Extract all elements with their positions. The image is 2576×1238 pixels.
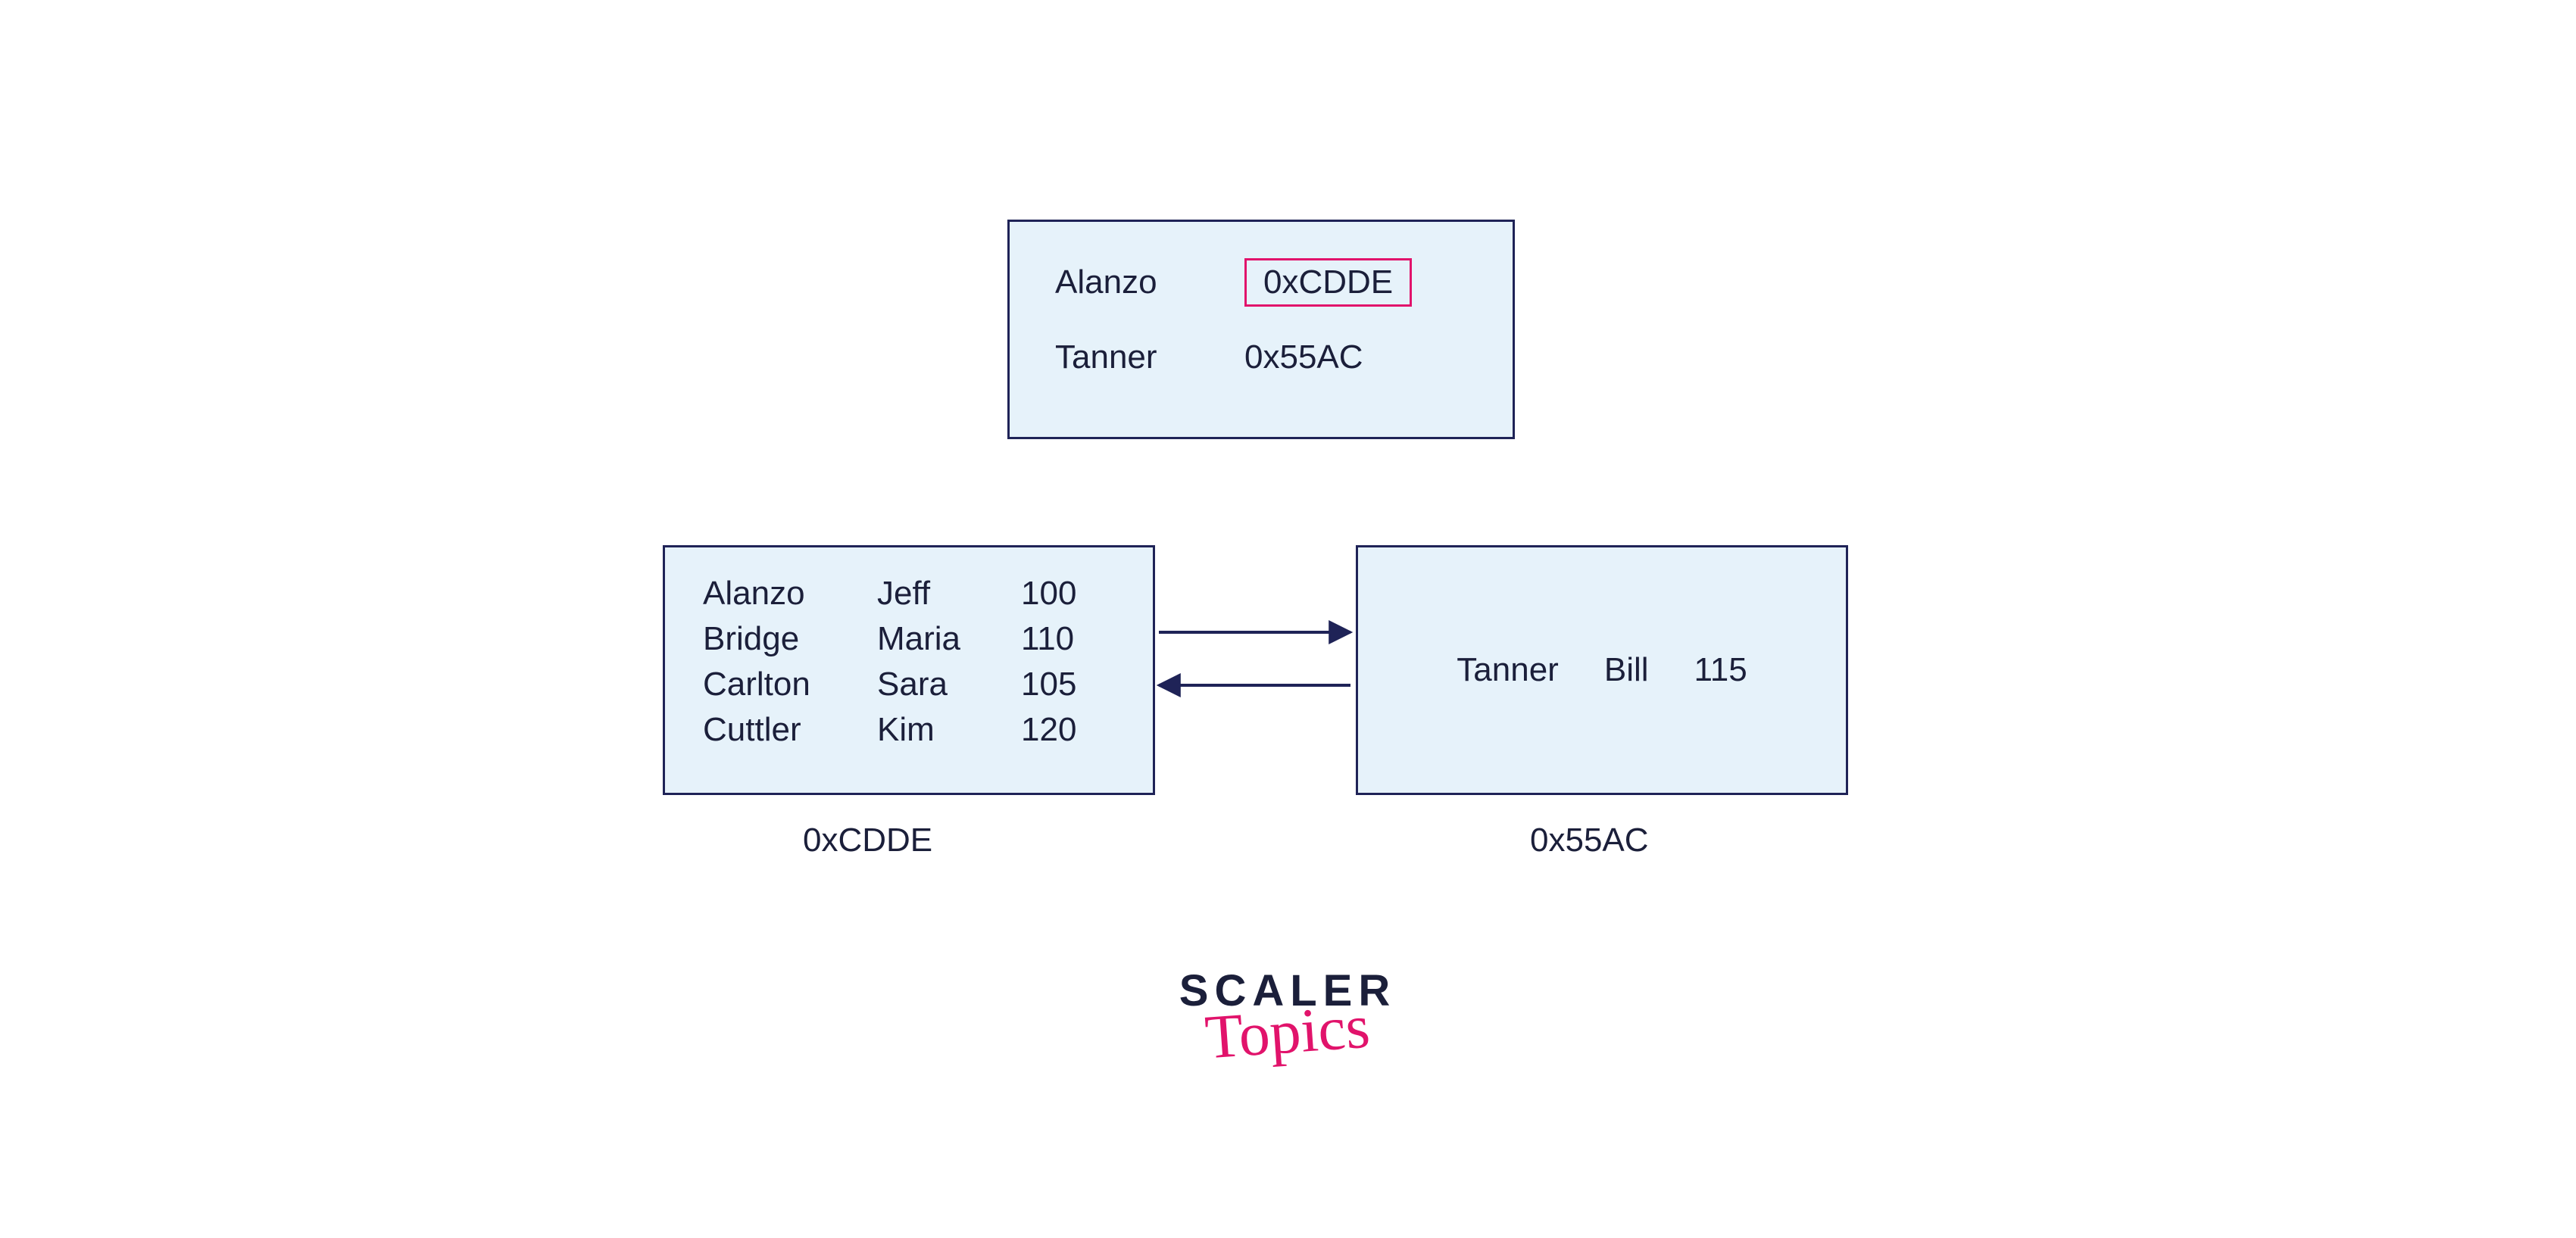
data-block-left: Alanzo Jeff 100 Bridge Maria 110 Carlton… — [663, 545, 1155, 795]
table-row: Carlton Sara 105 — [703, 666, 1115, 703]
cell-last: Carlton — [703, 666, 832, 703]
cell-value: 115 — [1694, 651, 1747, 689]
table-row: Tanner Bill 115 — [1457, 651, 1747, 689]
brand-logo: SCALER Topics — [1155, 965, 1420, 1068]
block-address-label: 0xCDDE — [803, 822, 932, 859]
data-block-right: Tanner Bill 115 — [1356, 545, 1848, 795]
index-row: Alanzo 0xCDDE — [1055, 258, 1467, 307]
index-addr-highlighted: 0xCDDE — [1244, 258, 1412, 307]
diagram-canvas: Alanzo 0xCDDE Tanner 0x55AC Alanzo Jeff … — [0, 0, 2576, 1238]
link-arrows-icon — [1155, 598, 1356, 719]
table-row: Alanzo Jeff 100 — [703, 575, 1115, 613]
block-address-label: 0x55AC — [1530, 822, 1649, 859]
index-key: Tanner — [1055, 338, 1191, 376]
cell-last: Cuttler — [703, 711, 832, 749]
cell-first: Kim — [877, 711, 976, 749]
cell-value: 100 — [1021, 575, 1089, 613]
index-key: Alanzo — [1055, 264, 1191, 301]
cell-last: Bridge — [703, 620, 832, 658]
cell-first: Maria — [877, 620, 976, 658]
cell-last: Tanner — [1457, 651, 1559, 689]
logo-sub-text: Topics — [1203, 991, 1372, 1074]
cell-first: Jeff — [877, 575, 976, 613]
cell-value: 120 — [1021, 711, 1089, 749]
cell-first: Sara — [877, 666, 976, 703]
index-box: Alanzo 0xCDDE Tanner 0x55AC — [1007, 220, 1515, 439]
cell-first: Bill — [1604, 651, 1649, 689]
cell-last: Alanzo — [703, 575, 832, 613]
cell-value: 110 — [1021, 620, 1089, 658]
table-row: Cuttler Kim 120 — [703, 711, 1115, 749]
index-addr: 0x55AC — [1244, 338, 1363, 376]
table-row: Bridge Maria 110 — [703, 620, 1115, 658]
cell-value: 105 — [1021, 666, 1089, 703]
index-row: Tanner 0x55AC — [1055, 338, 1467, 376]
